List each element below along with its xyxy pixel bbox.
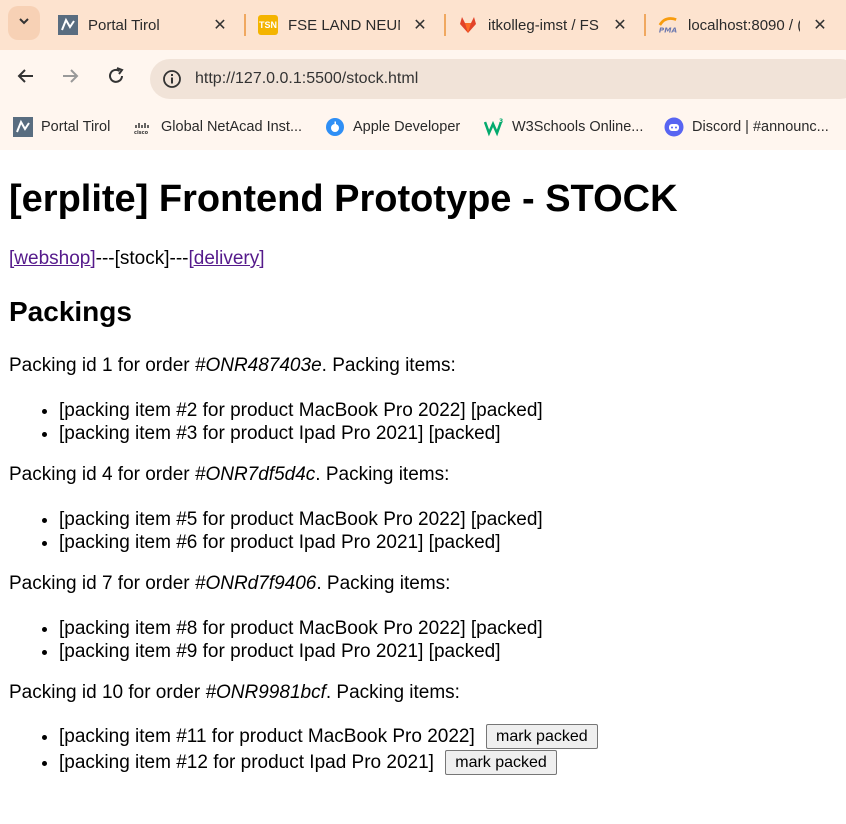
w3schools-icon: 3 bbox=[484, 117, 504, 137]
chevron-down-icon bbox=[17, 14, 31, 33]
bookmark-label: Portal Tirol bbox=[41, 119, 111, 135]
tab-divider bbox=[644, 14, 646, 36]
portal-tirol-icon bbox=[13, 117, 33, 137]
packing-item: [packing item #3 for product Ipad Pro 20… bbox=[59, 422, 543, 445]
packing-suffix: . Packing items: bbox=[315, 464, 450, 485]
packing-header: Packing id 4 for order #ONR7df5d4c. Pack… bbox=[9, 464, 449, 486]
packing-prefix: Packing id 10 for order bbox=[9, 682, 206, 703]
tab-label: itkolleg-imst / FS bbox=[488, 16, 599, 34]
apple-icon bbox=[325, 117, 345, 137]
order-number: #ONRd7f9406 bbox=[194, 573, 317, 594]
site-info-icon[interactable] bbox=[161, 68, 183, 90]
tab-label: FSE LAND NEUN bbox=[288, 16, 400, 34]
webshop-link[interactable]: [webshop] bbox=[9, 248, 96, 269]
bookmark-apple-developer[interactable]: Apple Developer bbox=[325, 116, 460, 138]
bookmarks-bar: Portal Tirol cisco Global NetAcad Inst..… bbox=[0, 106, 846, 150]
packing-items-list: [packing item #2 for product MacBook Pro… bbox=[9, 399, 543, 445]
reload-button[interactable] bbox=[102, 64, 130, 92]
bookmark-portal-tirol[interactable]: Portal Tirol bbox=[13, 116, 110, 138]
packing-item: [packing item #8 for product MacBook Pro… bbox=[59, 617, 543, 640]
tab-fse-land[interactable]: TSN FSE LAND NEUN ✕ bbox=[258, 6, 430, 44]
close-icon[interactable]: ✕ bbox=[210, 15, 230, 35]
packing-items-list: [packing item #5 for product MacBook Pro… bbox=[9, 508, 543, 554]
arrow-right-icon bbox=[60, 66, 80, 91]
tab-gitlab[interactable]: itkolleg-imst / FS ✕ bbox=[458, 6, 630, 44]
gitlab-icon bbox=[458, 15, 478, 35]
tab-divider bbox=[244, 14, 246, 36]
nav-separator: --- bbox=[169, 248, 189, 269]
packing-suffix: . Packing items: bbox=[316, 573, 451, 594]
bookmark-label: Global NetAcad Inst... bbox=[161, 119, 303, 135]
tab-divider bbox=[444, 14, 446, 36]
bookmark-label: Discord | #announc... bbox=[692, 119, 829, 135]
forward-button[interactable] bbox=[56, 64, 84, 92]
arrow-left-icon bbox=[16, 66, 36, 91]
packing-item: [packing item #6 for product Ipad Pro 20… bbox=[59, 531, 543, 554]
svg-text:cisco: cisco bbox=[134, 130, 149, 136]
page-title: [erplite] Frontend Prototype - STOCK bbox=[9, 178, 678, 220]
section-title: Packings bbox=[9, 296, 132, 327]
packing-item-text: [packing item #12 for product Ipad Pro 2… bbox=[59, 752, 434, 773]
packing-prefix: Packing id 4 for order bbox=[9, 464, 195, 485]
close-icon[interactable]: ✕ bbox=[610, 15, 630, 35]
tab-label: localhost:8090 / ( bbox=[688, 16, 800, 34]
tsn-icon: TSN bbox=[258, 15, 278, 35]
phpmyadmin-icon: PMA bbox=[658, 15, 678, 35]
packing-item: [packing item #9 for product Ipad Pro 20… bbox=[59, 640, 543, 663]
tab-search-button[interactable] bbox=[8, 6, 40, 40]
cisco-icon: cisco bbox=[133, 117, 153, 137]
tab-localhost[interactable]: PMA localhost:8090 / ( ✕ bbox=[658, 6, 830, 44]
packing-suffix: . Packing items: bbox=[325, 682, 460, 703]
svg-text:PMA: PMA bbox=[659, 25, 678, 34]
mark-packed-button[interactable]: mark packed bbox=[445, 750, 557, 776]
bookmark-netacad[interactable]: cisco Global NetAcad Inst... bbox=[133, 116, 302, 138]
packing-prefix: Packing id 7 for order bbox=[9, 573, 195, 594]
packing-suffix: . Packing items: bbox=[321, 355, 456, 376]
close-icon[interactable]: ✕ bbox=[410, 15, 430, 35]
nav-separator: --- bbox=[95, 248, 115, 269]
order-number: #ONR487403e bbox=[194, 355, 322, 376]
address-bar[interactable]: http://127.0.0.1:5500/stock.html bbox=[150, 59, 846, 99]
tab-strip: Portal Tirol ✕ TSN FSE LAND NEUN ✕ itkol… bbox=[0, 0, 846, 50]
tab-label: Portal Tirol bbox=[88, 16, 160, 34]
url-text: http://127.0.0.1:5500/stock.html bbox=[195, 70, 419, 87]
packing-items-list: [packing item #11 for product MacBook Pr… bbox=[9, 724, 598, 776]
svg-text:3: 3 bbox=[499, 118, 503, 125]
packing-prefix: Packing id 1 for order bbox=[9, 355, 195, 376]
packing-header: Packing id 7 for order #ONRd7f9406. Pack… bbox=[9, 573, 450, 595]
packing-item: [packing item #5 for product MacBook Pro… bbox=[59, 508, 543, 531]
packing-item: [packing item #12 for product Ipad Pro 2… bbox=[59, 750, 598, 776]
order-number: #ONR7df5d4c bbox=[194, 464, 316, 485]
packing-items-list: [packing item #8 for product MacBook Pro… bbox=[9, 617, 543, 663]
order-number: #ONR9981bcf bbox=[205, 682, 326, 703]
discord-icon bbox=[664, 117, 684, 137]
packing-item: [packing item #11 for product MacBook Pr… bbox=[59, 724, 598, 750]
packing-header: Packing id 1 for order #ONR487403e. Pack… bbox=[9, 355, 456, 377]
reload-icon bbox=[106, 66, 126, 91]
bookmark-discord[interactable]: Discord | #announc... bbox=[664, 116, 829, 138]
bookmark-w3schools[interactable]: 3 W3Schools Online... bbox=[484, 116, 643, 138]
bookmark-label: Apple Developer bbox=[353, 119, 461, 135]
stock-current: [stock] bbox=[114, 248, 170, 269]
portal-tirol-icon bbox=[58, 15, 78, 35]
packing-header: Packing id 10 for order #ONR9981bcf. Pac… bbox=[9, 682, 460, 704]
page-nav: [webshop]---[stock]---[delivery] bbox=[9, 248, 265, 270]
back-button[interactable] bbox=[12, 64, 40, 92]
close-icon[interactable]: ✕ bbox=[810, 15, 830, 35]
tab-portal-tirol[interactable]: Portal Tirol ✕ bbox=[58, 6, 230, 44]
mark-packed-button[interactable]: mark packed bbox=[486, 724, 598, 750]
packing-item: [packing item #2 for product MacBook Pro… bbox=[59, 399, 543, 422]
packing-item-text: [packing item #11 for product MacBook Pr… bbox=[59, 726, 475, 747]
bookmark-label: W3Schools Online... bbox=[512, 119, 644, 135]
delivery-link[interactable]: [delivery] bbox=[189, 248, 265, 269]
